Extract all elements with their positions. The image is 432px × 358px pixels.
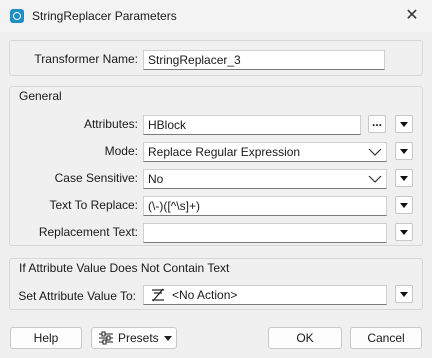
cancel-button[interactable]: Cancel: [350, 327, 422, 349]
replacement-text-input[interactable]: [143, 223, 387, 243]
replacement-text-label: Replacement Text:: [38, 225, 138, 239]
chevron-down-icon: [368, 148, 382, 156]
general-group: General Attributes: HBlock ... Mode: Rep…: [9, 86, 423, 246]
mode-select[interactable]: Replace Regular Expression: [143, 142, 387, 162]
title-bar: StringReplacer Parameters ✕: [0, 0, 432, 32]
mode-label: Mode:: [104, 144, 138, 158]
text-to-replace-input[interactable]: (\-)([^\s]+): [143, 196, 387, 216]
help-button[interactable]: Help: [10, 327, 82, 349]
ok-button[interactable]: OK: [268, 327, 342, 349]
transformer-name-group: Transformer Name: StringReplacer_3: [9, 40, 423, 76]
case-sensitive-value: No: [148, 172, 164, 186]
set-attribute-value-menu-button[interactable]: [395, 285, 413, 303]
case-sensitive-label: Case Sensitive:: [54, 171, 138, 185]
chevron-down-icon: [368, 175, 382, 183]
attributes-label: Attributes:: [83, 117, 138, 131]
mode-menu-button[interactable]: [395, 142, 413, 160]
transformer-name-label: Transformer Name:: [34, 52, 138, 66]
set-attribute-value-input[interactable]: <No Action>: [143, 285, 387, 305]
attributes-browse-button[interactable]: ...: [368, 115, 386, 133]
mode-value: Replace Regular Expression: [148, 145, 301, 159]
set-attribute-value-label: Set Attribute Value To:: [18, 289, 136, 303]
presets-label: Presets: [118, 331, 159, 345]
caret-down-icon: [164, 336, 172, 341]
general-group-title: General: [17, 89, 64, 103]
no-match-group-title: If Attribute Value Does Not Contain Text: [17, 261, 232, 275]
window-title: StringReplacer Parameters: [32, 9, 177, 23]
no-action-icon: [152, 288, 164, 302]
sliders-icon: [99, 331, 113, 345]
set-attribute-value: <No Action>: [172, 288, 238, 302]
attributes-menu-button[interactable]: [395, 115, 413, 133]
no-match-group: If Attribute Value Does Not Contain Text…: [9, 258, 423, 310]
case-sensitive-menu-button[interactable]: [395, 169, 413, 187]
replacement-text-menu-button[interactable]: [395, 223, 413, 241]
app-icon: [10, 9, 24, 23]
transformer-name-input[interactable]: StringReplacer_3: [143, 50, 385, 70]
close-icon[interactable]: ✕: [400, 4, 424, 28]
case-sensitive-select[interactable]: No: [143, 169, 387, 189]
text-to-replace-menu-button[interactable]: [395, 196, 413, 214]
attributes-input[interactable]: HBlock: [143, 115, 361, 135]
presets-button[interactable]: Presets: [91, 327, 177, 349]
text-to-replace-label: Text To Replace:: [49, 198, 139, 212]
